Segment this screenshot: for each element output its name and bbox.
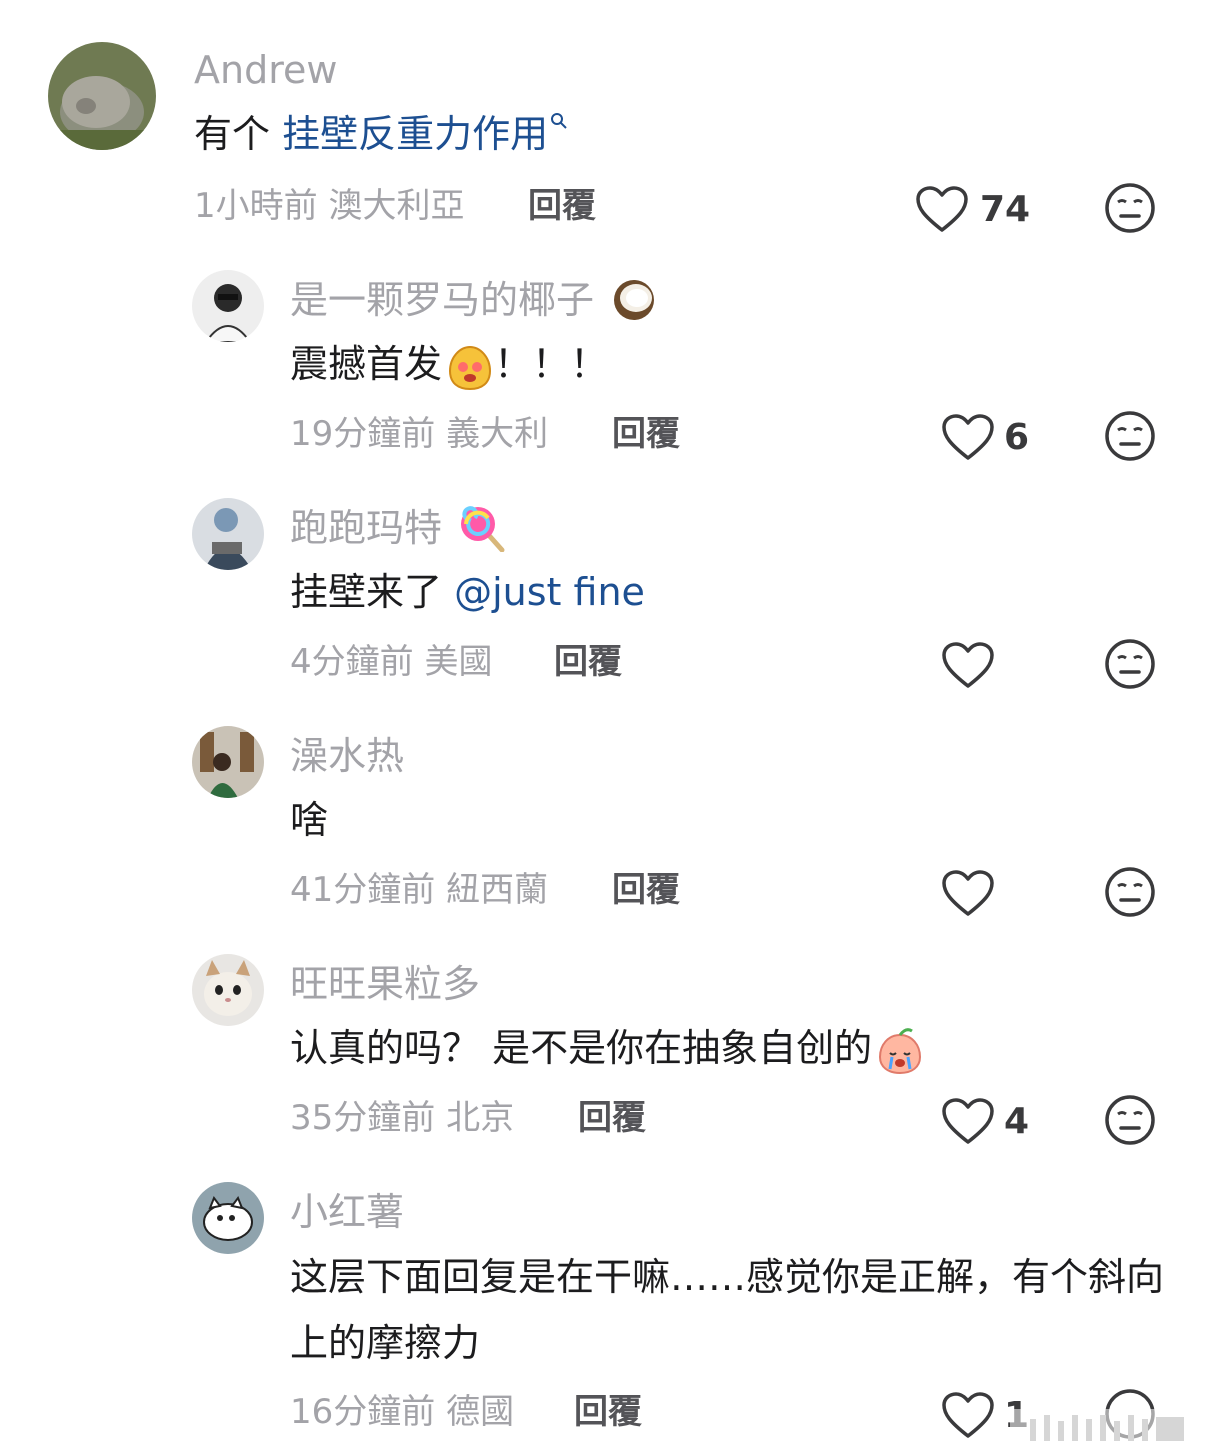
reply-button[interactable]: 回覆: [612, 412, 680, 456]
username[interactable]: 旺旺果粒多: [290, 960, 480, 1008]
comment-text: 认真的吗？ 是不是你在抽象自创的: [290, 1024, 924, 1075]
like-count: 74: [980, 189, 1031, 230]
comment-text: 啥: [290, 796, 328, 844]
comment-location: 美國: [424, 642, 493, 682]
comment-time: 4分鐘前: [290, 642, 414, 682]
heart-outline-icon[interactable]: [940, 868, 996, 918]
search-link[interactable]: 挂壁反重力作用: [282, 112, 548, 156]
avatar[interactable]: [48, 42, 156, 150]
comment-location: 紐西蘭: [446, 870, 549, 910]
comment-text-plain: 有个: [194, 112, 283, 156]
comment-text-plain: 挂壁来了: [290, 570, 455, 614]
comment-text-plain: 认真的吗？ 是不是你在抽象自创的: [290, 1026, 873, 1070]
comment-meta: 41分鐘前 紐西蘭: [290, 868, 548, 912]
comment-text: 这层下面回复是在干嘛……感觉你是正解，有个斜向上的摩擦力: [290, 1255, 1165, 1365]
comment-meta: 1小時前 澳大利亞: [194, 184, 464, 228]
reply-button[interactable]: 回覆: [528, 184, 596, 228]
search-icon[interactable]: [550, 112, 568, 130]
excited-face-icon: [449, 345, 492, 390]
comment-location: 北京: [446, 1098, 515, 1138]
watermark-image: [1010, 1409, 1200, 1449]
comment-location: 澳大利亞: [328, 186, 465, 226]
comment-meta: 16分鐘前 德國: [290, 1390, 514, 1434]
username[interactable]: 澡水热: [290, 732, 404, 780]
comment-location: 德國: [446, 1392, 515, 1432]
comment-text: 震撼首发 ！！！: [290, 340, 608, 391]
username[interactable]: Andrew: [194, 46, 337, 94]
reply-button[interactable]: 回覆: [554, 640, 622, 684]
like-count: 4: [1004, 1101, 1030, 1142]
reply-button[interactable]: 回覆: [574, 1390, 642, 1434]
username[interactable]: 跑跑玛特: [290, 504, 506, 552]
comment-meta: 4分鐘前 美國: [290, 640, 492, 684]
avatar[interactable]: [192, 726, 264, 798]
comment-location: 義大利: [446, 414, 549, 454]
comment-time: 41分鐘前: [290, 870, 436, 910]
neutral-face-icon[interactable]: [1104, 866, 1156, 918]
comment-time: 1小時前: [194, 186, 318, 226]
reply-button[interactable]: 回覆: [578, 1096, 646, 1140]
heart-outline-icon[interactable]: [914, 184, 970, 234]
comment-text-plain: 啥: [290, 798, 329, 842]
heart-outline-icon[interactable]: [940, 640, 996, 690]
username-text: 跑跑玛特: [290, 506, 443, 550]
like-count: 6: [1004, 417, 1030, 458]
username[interactable]: 是一颗罗马的椰子: [290, 276, 658, 324]
crying-peach-icon: [879, 1027, 922, 1074]
comment-text: 挂壁来了 @just fine: [290, 568, 645, 616]
comment-time: 16分鐘前: [290, 1392, 436, 1432]
avatar[interactable]: [192, 954, 264, 1026]
reply-button[interactable]: 回覆: [612, 868, 680, 912]
neutral-face-icon[interactable]: [1104, 182, 1156, 234]
comment-text-plain: 震撼首发: [290, 342, 443, 386]
comment-meta: 19分鐘前 義大利: [290, 412, 548, 456]
comment-meta: 35分鐘前 北京: [290, 1096, 514, 1140]
heart-outline-icon[interactable]: [940, 1096, 996, 1146]
comment-text-after: ！！！: [494, 342, 609, 386]
heart-outline-icon[interactable]: [940, 412, 996, 462]
heart-outline-icon[interactable]: [940, 1390, 996, 1440]
avatar[interactable]: [192, 270, 264, 342]
avatar[interactable]: [192, 1182, 264, 1254]
lollipop-icon: [461, 505, 505, 552]
avatar[interactable]: [192, 498, 264, 570]
username[interactable]: 小红薯: [290, 1188, 404, 1236]
mention-link[interactable]: @just fine: [454, 570, 645, 614]
neutral-face-icon[interactable]: [1104, 410, 1156, 462]
neutral-face-icon[interactable]: [1104, 638, 1156, 690]
comment-time: 35分鐘前: [290, 1098, 436, 1138]
coconut-icon: [614, 279, 655, 320]
username-text: 是一颗罗马的椰子: [290, 278, 595, 322]
comment-time: 19分鐘前: [290, 414, 436, 454]
neutral-face-icon[interactable]: [1104, 1094, 1156, 1146]
comment-text: 有个 挂壁反重力作用: [194, 110, 568, 158]
